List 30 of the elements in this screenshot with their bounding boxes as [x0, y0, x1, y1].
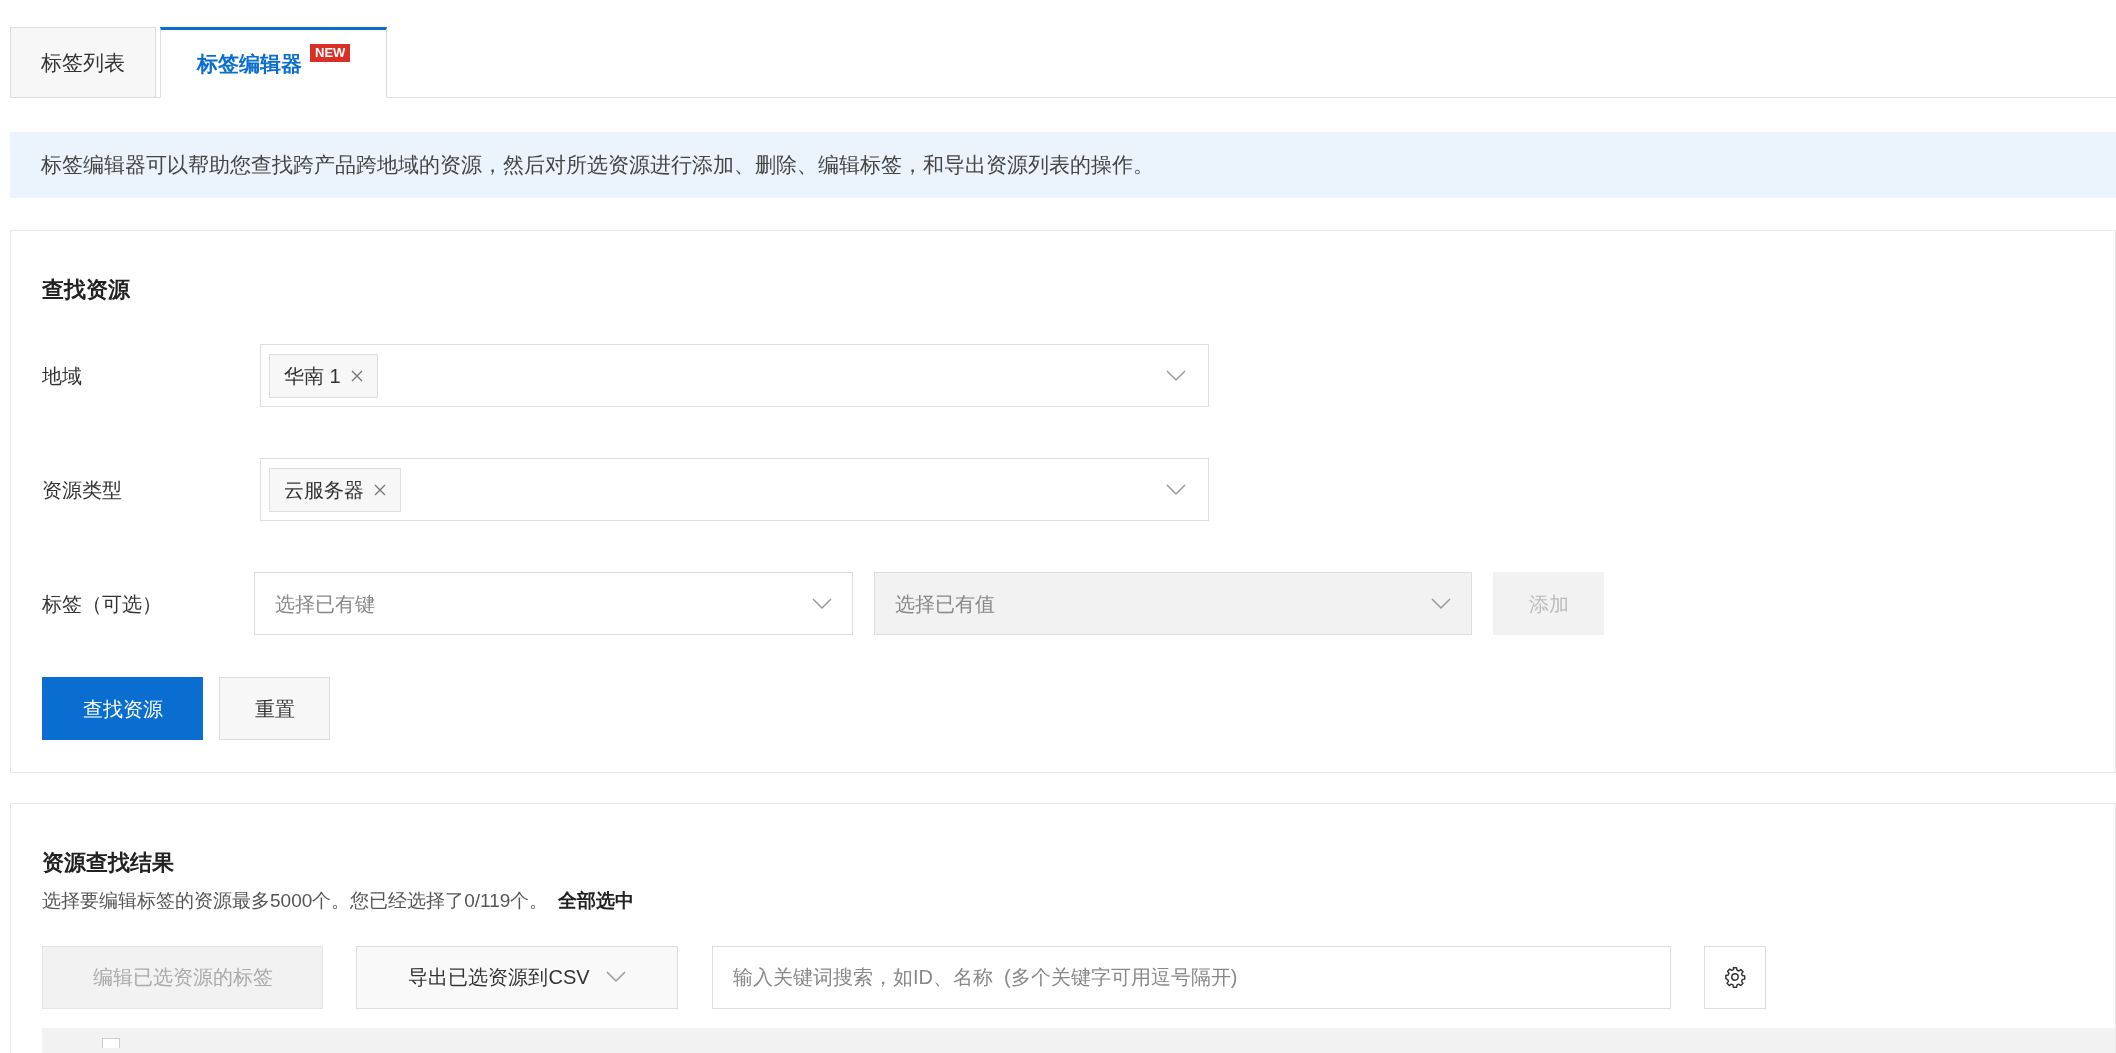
search-button[interactable]: 查找资源	[42, 677, 203, 740]
chevron-down-icon	[812, 597, 832, 610]
selection-summary: 选择要编辑标签的资源最多5000个。您已经选择了0/119个。	[42, 889, 549, 913]
tab[interactable]: 标签列表	[10, 27, 156, 97]
field-label: 资源类型	[42, 477, 123, 503]
close-icon[interactable]	[350, 369, 363, 382]
panel-title: 资源查找结果	[42, 849, 175, 877]
selected-tag: 云服务器	[269, 467, 401, 512]
search-field[interactable]: 输入关键词搜索，如ID、名称 (多个关键字可用逗号隔开)	[712, 945, 1671, 1009]
close-icon[interactable]	[374, 483, 386, 496]
multi-select[interactable]: 云服务器	[260, 458, 1209, 521]
settings-icon	[1724, 966, 1746, 988]
info-banner: 标签编辑器可以帮助您查找跨产品跨地域的资源，然后对所选资源进行添加、删除、编辑标签，和导出资源列表的操作。	[10, 132, 2116, 198]
checkbox[interactable]	[102, 1037, 120, 1048]
settings-button[interactable]	[1704, 945, 1766, 1009]
chevron-down-icon	[1431, 597, 1451, 610]
selected-tag: 华南 1	[269, 353, 378, 398]
field-label: 标签（可选）	[42, 591, 163, 617]
panel-title: 查找资源	[42, 276, 131, 304]
chevron-down-icon	[605, 971, 626, 983]
field-label: 地域	[42, 363, 83, 389]
export-button[interactable]: 导出已选资源到CSV	[356, 945, 678, 1009]
multi-select[interactable]: 华南 1	[260, 344, 1209, 407]
chevron-down-icon	[1166, 483, 1186, 496]
new-badge: NEW	[310, 44, 351, 62]
reset-button[interactable]: 重置	[219, 677, 330, 740]
chevron-down-icon	[1166, 369, 1186, 382]
key-select[interactable]: 选择已有键	[254, 572, 853, 635]
tab[interactable]: 标签编辑器 NEW	[160, 27, 388, 98]
select-all-link[interactable]: 全部选中	[558, 887, 635, 916]
